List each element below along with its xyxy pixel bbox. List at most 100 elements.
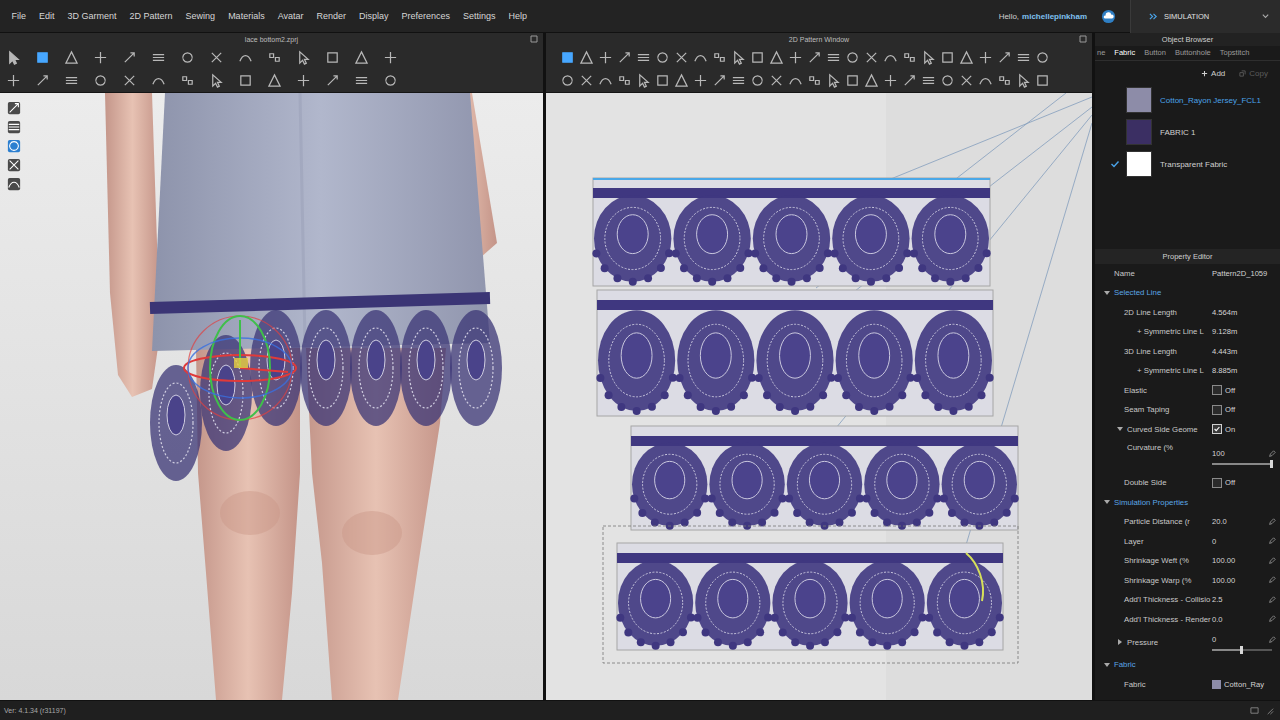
tool-icon[interactable]	[209, 73, 224, 88]
tool-icon[interactable]	[598, 50, 613, 65]
tool-icon[interactable]	[674, 50, 689, 65]
expand-icon[interactable]	[1104, 663, 1110, 667]
tool-icon[interactable]	[750, 50, 765, 65]
tool-icon[interactable]	[693, 73, 708, 88]
property-value[interactable]: 0.0	[1212, 615, 1280, 624]
property-value[interactable]: 100.00	[1212, 556, 1280, 565]
tool-icon[interactable]	[731, 50, 746, 65]
property-row[interactable]: Layer0	[1095, 532, 1280, 552]
tool-icon[interactable]	[940, 73, 955, 88]
pencil-icon[interactable]	[1268, 636, 1276, 644]
account[interactable]: Hello,michellepinkham	[999, 12, 1087, 21]
tool-icon[interactable]	[64, 50, 79, 65]
tool-icon[interactable]	[959, 50, 974, 65]
tool-icon[interactable]	[296, 50, 311, 65]
menu-item[interactable]: 2D Pattern	[123, 11, 179, 21]
property-row[interactable]: + Symmetric Line L9.128m	[1095, 322, 1280, 342]
tool-icon[interactable]	[122, 73, 137, 88]
tool-icon[interactable]	[940, 50, 955, 65]
property-row[interactable]: Shrinkage Weft (%100.00	[1095, 551, 1280, 571]
slider-knob[interactable]	[1240, 646, 1243, 654]
property-value[interactable]: Off	[1212, 478, 1280, 488]
pencil-icon[interactable]	[1268, 615, 1276, 623]
tool-icon[interactable]	[151, 73, 166, 88]
menu-item[interactable]: Avatar	[271, 11, 310, 21]
checkbox[interactable]	[1212, 478, 1222, 488]
tool-icon[interactable]	[579, 73, 594, 88]
menu-item[interactable]: Edit	[33, 11, 62, 21]
tool-icon[interactable]	[655, 73, 670, 88]
tool-icon[interactable]	[997, 73, 1012, 88]
checkbox[interactable]	[1212, 424, 1222, 434]
tab[interactable]: Fabric	[1114, 48, 1135, 57]
property-row[interactable]: NamePattern2D_1059	[1095, 264, 1280, 284]
tool-icon[interactable]	[826, 50, 841, 65]
property-value[interactable]: 8.885m	[1212, 366, 1280, 375]
tool-icon[interactable]	[617, 73, 632, 88]
pattern-pieces[interactable]	[546, 93, 1092, 700]
property-value[interactable]: 20.0	[1212, 517, 1280, 526]
view-tool-icon[interactable]	[7, 101, 21, 115]
tool-icon[interactable]	[6, 73, 21, 88]
tool-icon[interactable]	[579, 50, 594, 65]
tool-icon[interactable]	[997, 50, 1012, 65]
menu-item[interactable]: Preferences	[395, 11, 457, 21]
tool-icon[interactable]	[826, 73, 841, 88]
tool-icon[interactable]	[674, 73, 689, 88]
tool-icon[interactable]	[769, 73, 784, 88]
tool-icon[interactable]	[6, 50, 21, 65]
tool-icon[interactable]	[750, 73, 765, 88]
tool-icon[interactable]	[636, 73, 651, 88]
tool-icon[interactable]	[238, 50, 253, 65]
tool-icon[interactable]	[93, 73, 108, 88]
checkbox[interactable]	[1212, 405, 1222, 415]
property-value[interactable]: Pattern2D_1059	[1212, 269, 1280, 278]
pencil-icon[interactable]	[1268, 518, 1276, 526]
property-row[interactable]: Add'l Thickness - Render0.0	[1095, 610, 1280, 630]
tab[interactable]: Buttonhole	[1175, 48, 1211, 57]
tool-icon[interactable]	[921, 50, 936, 65]
mode-dropdown[interactable]: SIMULATION	[1130, 0, 1280, 33]
tool-icon[interactable]	[617, 50, 632, 65]
property-row[interactable]: Curvature (%100	[1095, 439, 1280, 473]
tool-icon[interactable]	[180, 73, 195, 88]
menu-item[interactable]: Sewing	[179, 11, 222, 21]
tool-icon[interactable]	[64, 73, 79, 88]
property-value[interactable]: 100.00	[1212, 576, 1280, 585]
property-row[interactable]: ElasticOff	[1095, 381, 1280, 401]
tool-icon[interactable]	[354, 50, 369, 65]
view-tool-icon[interactable]	[7, 177, 21, 191]
tool-icon[interactable]	[845, 50, 860, 65]
property-value[interactable]: 4.443m	[1212, 347, 1280, 356]
tool-icon[interactable]	[325, 73, 340, 88]
expand-icon[interactable]	[1104, 291, 1110, 295]
tool-icon[interactable]	[902, 73, 917, 88]
property-value[interactable]: 4.564m	[1212, 308, 1280, 317]
pencil-icon[interactable]	[1268, 596, 1276, 604]
tool-icon[interactable]	[921, 73, 936, 88]
action-button[interactable]: Add	[1201, 69, 1225, 78]
tool-icon[interactable]	[769, 50, 784, 65]
slider-knob[interactable]	[1270, 460, 1273, 468]
menu-item[interactable]: File	[5, 11, 33, 21]
property-row[interactable]: Fabric	[1095, 655, 1280, 675]
slider[interactable]	[1212, 463, 1272, 465]
menu-item[interactable]: Render	[310, 11, 353, 21]
tool-icon[interactable]	[959, 73, 974, 88]
tool-icon[interactable]	[209, 50, 224, 65]
menu-item[interactable]: Materials	[222, 11, 272, 21]
slider[interactable]	[1212, 649, 1272, 651]
pattern-piece[interactable]	[616, 543, 1003, 650]
3d-viewport[interactable]	[0, 93, 543, 700]
pattern-piece[interactable]	[596, 290, 993, 416]
tool-icon[interactable]	[883, 73, 898, 88]
property-row[interactable]: 3D Line Length4.443m	[1095, 342, 1280, 362]
property-row[interactable]: Seam TapingOff	[1095, 400, 1280, 420]
tool-icon[interactable]	[267, 73, 282, 88]
property-value[interactable]: On	[1212, 424, 1280, 434]
fabric-item[interactable]: Transparent Fabric	[1095, 148, 1280, 180]
pattern-piece[interactable]	[592, 178, 990, 286]
action-button[interactable]: Copy	[1239, 69, 1268, 78]
tool-icon[interactable]	[807, 50, 822, 65]
tab[interactable]: Topstitch	[1220, 48, 1250, 57]
